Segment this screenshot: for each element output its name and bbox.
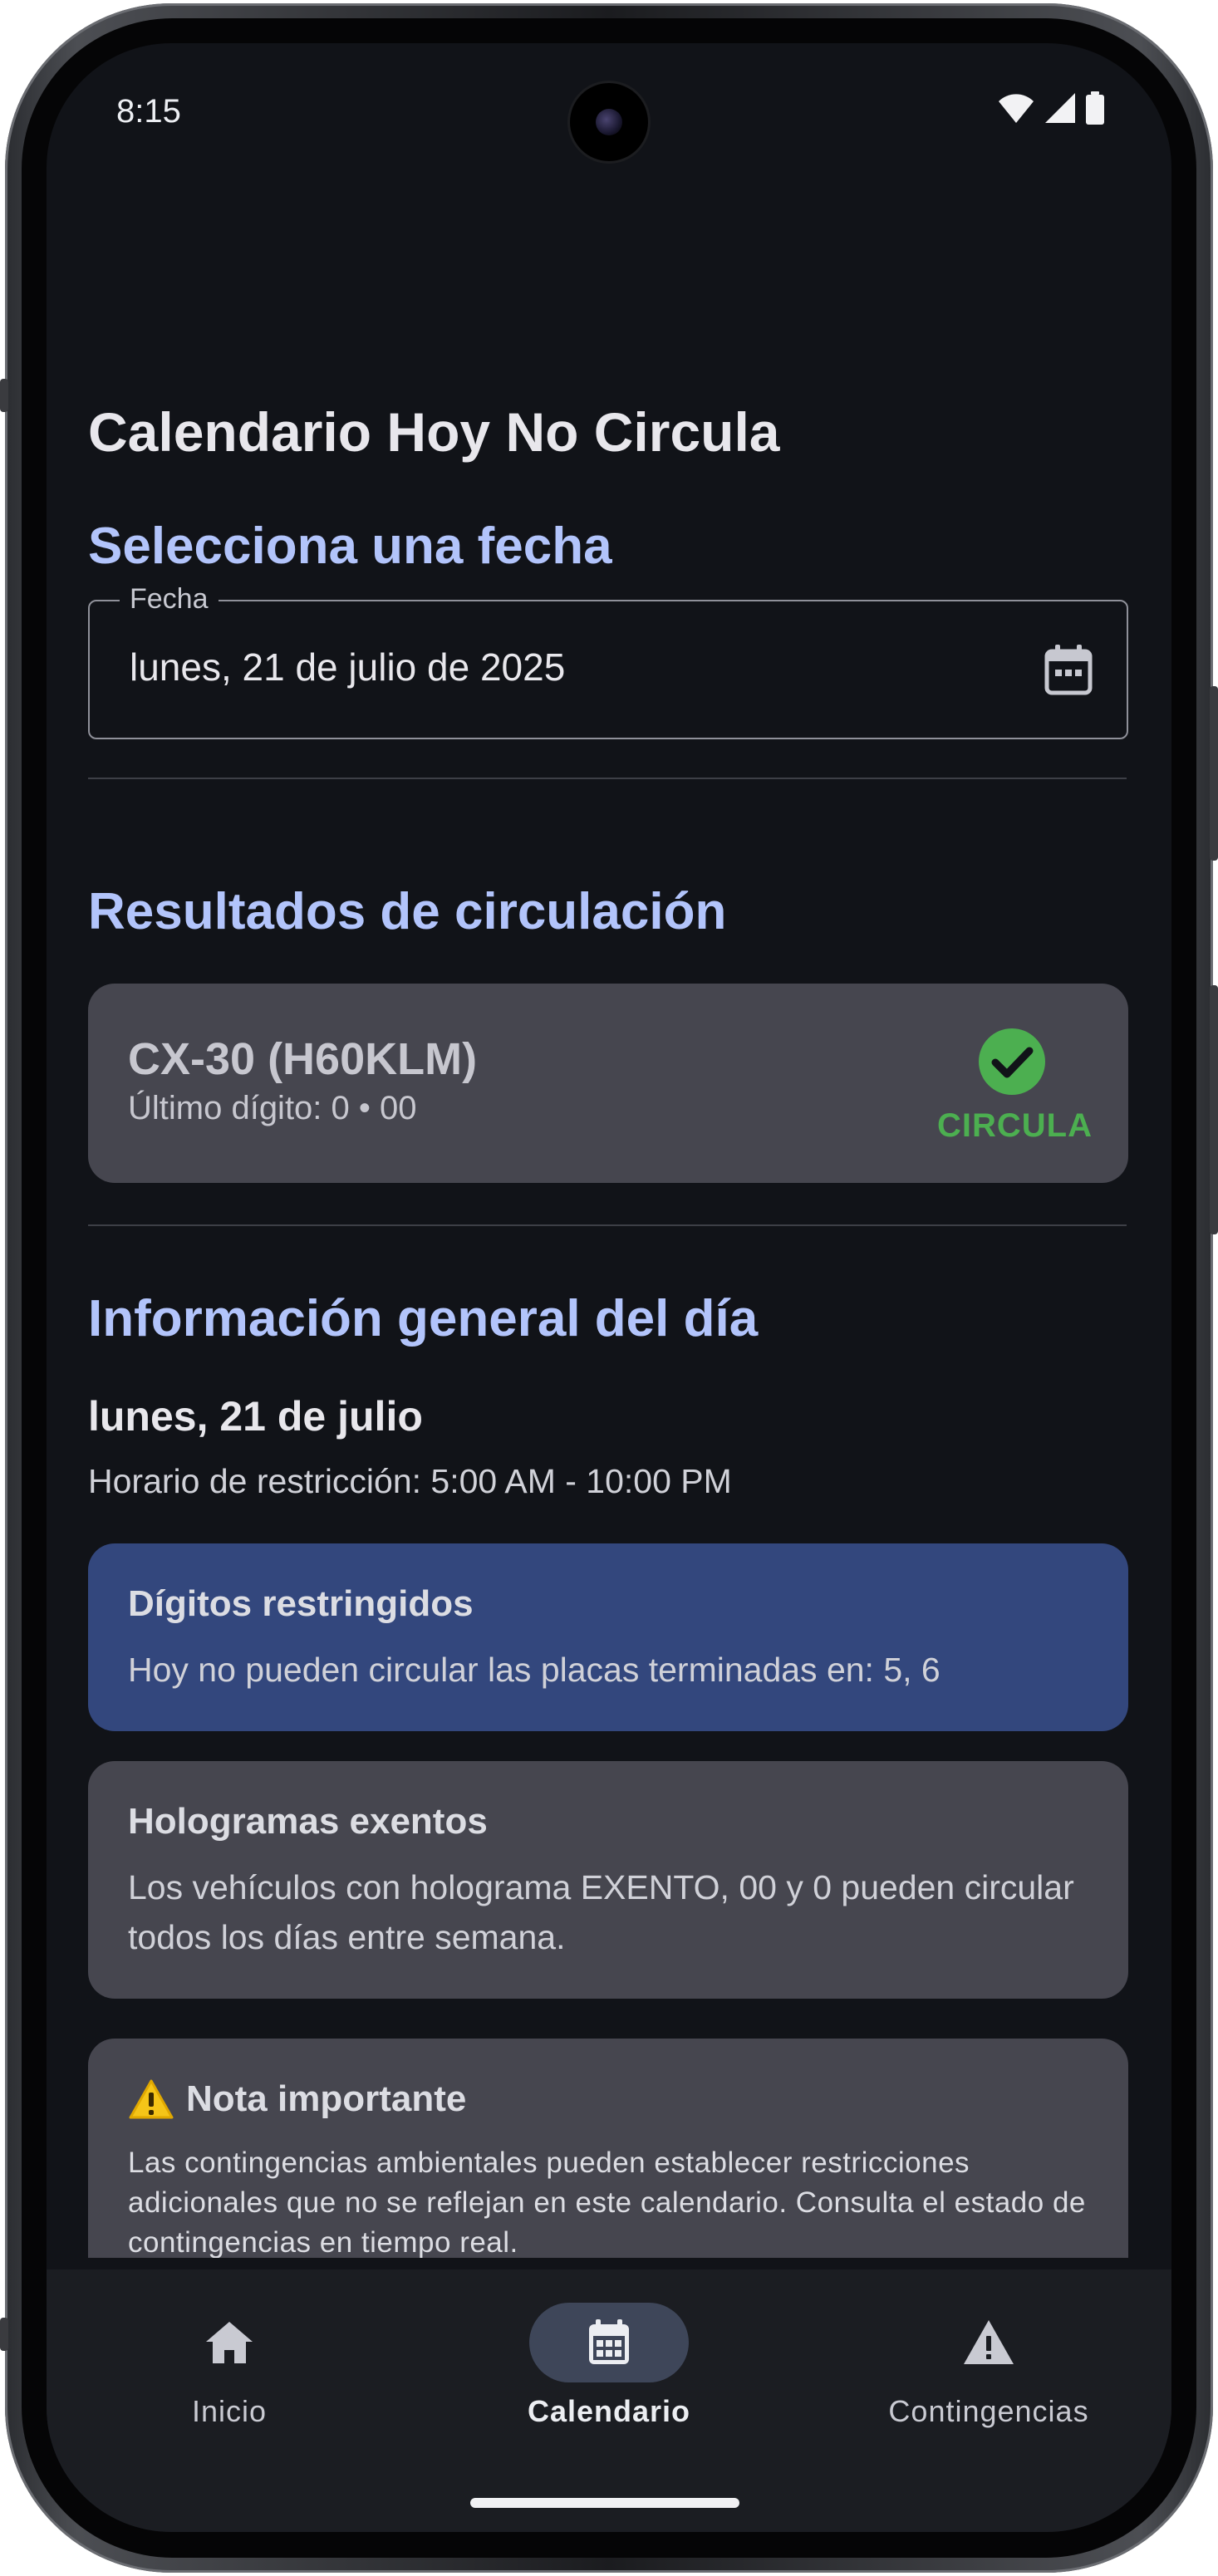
status-bar: 8:15 bbox=[47, 43, 1171, 161]
date-field[interactable]: Fecha lunes, 21 de julio de 2025 bbox=[88, 583, 1128, 739]
note-text: Las contingencias ambientales pueden est… bbox=[128, 2147, 1086, 2258]
section-title-date: Selecciona una fecha bbox=[88, 518, 612, 575]
important-note-card: Nota importante Las contingencias ambien… bbox=[88, 2039, 1128, 2258]
exempt-title: Hologramas exentos bbox=[128, 1801, 488, 1842]
nav-label-contingencias: Contingencias bbox=[888, 2394, 1089, 2428]
exempt-holograms-card: Hologramas exentos Los vehículos con hol… bbox=[88, 1761, 1128, 1999]
warning-icon bbox=[964, 2320, 1014, 2364]
front-camera bbox=[570, 83, 648, 161]
warning-icon bbox=[129, 2079, 174, 2119]
nav-item-calendario[interactable]: Calendario bbox=[484, 2303, 734, 2429]
home-indicator[interactable] bbox=[470, 2498, 739, 2508]
divider bbox=[88, 1224, 1127, 1226]
vehicle-detail: Último dígito: 0 • 00 bbox=[128, 1090, 417, 1126]
vehicle-name: CX-30 (H60KLM) bbox=[128, 1034, 478, 1084]
nav-item-inicio[interactable]: Inicio bbox=[105, 2303, 354, 2429]
nav-label-calendario: Calendario bbox=[527, 2394, 691, 2428]
vehicle-card[interactable]: CX-30 (H60KLM) Último dígito: 0 • 00 CIR… bbox=[88, 984, 1128, 1183]
wifi-icon bbox=[999, 94, 1034, 123]
restriction-schedule: Horario de restricción: 5:00 AM - 10:00 … bbox=[88, 1462, 732, 1500]
restricted-digits-card: Dígitos restringidos Hoy no pueden circu… bbox=[88, 1543, 1128, 1731]
check-circle-icon bbox=[979, 1028, 1045, 1095]
home-icon bbox=[206, 2322, 253, 2363]
battery-icon bbox=[1086, 91, 1104, 125]
section-title-general: Información general del día bbox=[88, 1290, 759, 1347]
note-title: Nota importante bbox=[186, 2078, 467, 2119]
nav-active-indicator bbox=[529, 2303, 689, 2382]
divider bbox=[88, 778, 1127, 779]
nav-item-contingencias[interactable]: Contingencias bbox=[864, 2303, 1113, 2429]
day-title: lunes, 21 de julio bbox=[88, 1393, 423, 1440]
screen: 8:15 Calendario Hoy No Circula Seleccion… bbox=[47, 43, 1171, 2532]
side-button-left bbox=[0, 379, 8, 412]
status-icons bbox=[997, 91, 1105, 125]
date-field-label: Fecha bbox=[120, 583, 219, 616]
signal-icon bbox=[1045, 93, 1075, 123]
calendar-icon[interactable] bbox=[1044, 643, 1093, 696]
exempt-text: Los vehículos con holograma EXENTO, 00 y… bbox=[128, 1868, 1074, 1956]
page-title: Calendario Hoy No Circula bbox=[88, 401, 780, 463]
note-header: Nota importante bbox=[128, 2078, 466, 2120]
volume-button bbox=[1210, 686, 1218, 861]
status-label: CIRCULA bbox=[937, 1107, 1093, 1144]
nav-label-inicio: Inicio bbox=[191, 2394, 268, 2428]
side-button-left-lower bbox=[0, 2318, 8, 2351]
restricted-title: Dígitos restringidos bbox=[128, 1583, 474, 1624]
power-button bbox=[1210, 985, 1218, 1234]
calendar-icon bbox=[589, 2319, 629, 2364]
circulation-status: CIRCULA bbox=[937, 1027, 1093, 1145]
status-time: 8:15 bbox=[116, 93, 181, 130]
date-field-value: lunes, 21 de julio de 2025 bbox=[130, 645, 566, 689]
section-title-results: Resultados de circulación bbox=[88, 883, 727, 940]
restricted-text: Hoy no pueden circular las placas termin… bbox=[128, 1651, 941, 1689]
bottom-navigation: Inicio Calendario Contingencias bbox=[47, 2269, 1171, 2532]
